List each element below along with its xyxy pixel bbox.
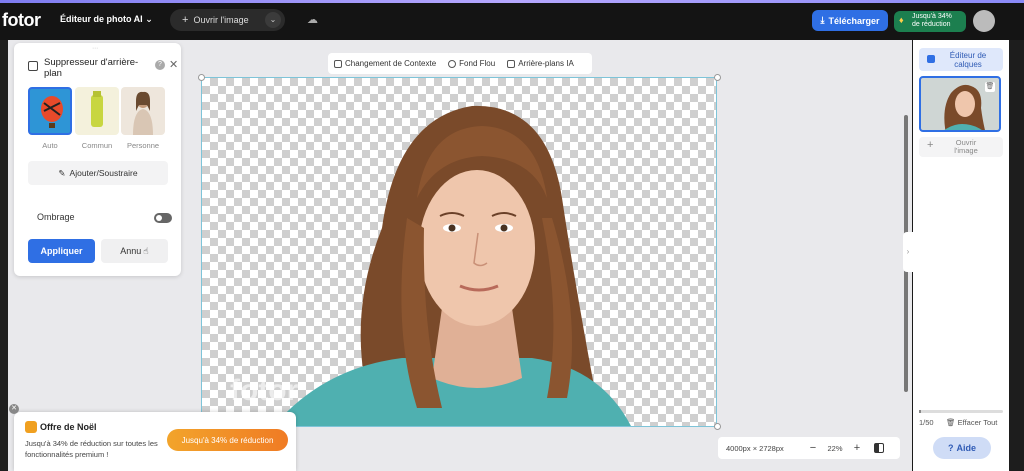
right-edge	[1009, 40, 1024, 471]
open-image-side-label: Ouvrir l'image	[954, 138, 978, 155]
drag-handle[interactable]: ⋯	[92, 45, 102, 52]
close-promo-icon[interactable]: ✕	[9, 404, 19, 414]
promo-title: Offre de Noël	[40, 422, 97, 432]
open-image-button[interactable]: + Ouvrir l'image ⌄	[170, 9, 285, 31]
editor-menu[interactable]: Éditeur de photo AI ⌄	[60, 14, 153, 25]
open-image-label: Ouvrir l'image	[193, 15, 249, 25]
gem-icon: ♦	[899, 15, 904, 25]
ai-background-icon	[507, 59, 516, 68]
zoom-in-button[interactable]: +	[850, 442, 864, 454]
layer-editor-button[interactable]: Éditeur de calques	[919, 48, 1003, 71]
close-icon[interactable]: ✕	[169, 58, 178, 71]
mode-auto-thumbnail[interactable]	[28, 87, 72, 135]
layer-editor-label: Éditeur de calques	[949, 51, 987, 69]
plus-icon: +	[927, 139, 934, 151]
cancel-button[interactable]: Annu ☝	[101, 239, 168, 263]
add-subtract-button[interactable]: ✎ Ajouter/Soustraire	[28, 161, 168, 185]
mode-commun-label: Commun	[81, 141, 113, 150]
mode-personne-label: Personne	[126, 141, 160, 150]
compare-icon[interactable]	[874, 443, 884, 453]
context-icon	[334, 59, 342, 68]
add-subtract-label: Ajouter/Soustraire	[69, 168, 138, 178]
promo-text: Jusqu'à 34% de réduction sur toutes les …	[25, 439, 158, 459]
discount-line-2: de réduction	[912, 21, 951, 28]
zoom-value[interactable]: 22%	[820, 444, 850, 453]
resize-handle-top-right[interactable]	[714, 74, 721, 81]
resize-handle-bottom-right[interactable]	[714, 423, 721, 430]
blur-background-button[interactable]: Fond Flou	[448, 59, 495, 68]
open-image-side-button[interactable]: + Ouvrir l'image	[919, 137, 1003, 157]
image-canvas[interactable]: fotor	[201, 77, 717, 427]
cloud-icon[interactable]: ☁	[307, 13, 321, 27]
user-avatar[interactable]	[973, 10, 995, 32]
discount-badge[interactable]: ♦ Jusqu'à 34% de réduction	[894, 11, 966, 32]
balloon-icon	[41, 96, 63, 128]
context-change-label: Changement de Contexte	[345, 59, 437, 68]
blur-icon	[448, 59, 457, 68]
shadow-label: Ombrage	[37, 212, 75, 222]
layers-icon	[927, 55, 935, 63]
mode-auto-label: Auto	[42, 141, 58, 150]
shadow-toggle[interactable]	[154, 213, 172, 223]
mode-commun-thumbnail[interactable]	[75, 87, 119, 135]
plus-icon: +	[182, 14, 189, 26]
promo-cta-button[interactable]: Jusqu'à 34% de réduction	[167, 429, 288, 451]
download-label: Télécharger	[828, 15, 880, 26]
watermark: fotor	[230, 374, 299, 407]
top-bar: fotor Éditeur de photo AI ⌄ + Ouvrir l'i…	[0, 0, 1024, 40]
gift-icon	[25, 421, 37, 433]
page-slider[interactable]	[919, 410, 1003, 413]
clear-all-label: Effacer Tout	[957, 418, 998, 427]
open-image-dropdown-icon[interactable]: ⌄	[265, 12, 281, 28]
zoom-bar: 4000px × 2728px − 22% +	[718, 437, 900, 459]
left-strip	[0, 40, 8, 471]
layer-thumbnail[interactable]: 🗑	[919, 76, 1001, 132]
trash-icon: 🗑	[946, 418, 956, 427]
help-icon[interactable]: ?	[155, 60, 165, 70]
background-remover-panel: ⋯ Suppresseur d'arrière-plan ? ✕ Auto Co…	[14, 43, 181, 276]
help-button[interactable]: ? Aide	[933, 437, 991, 459]
product-bottle-icon	[91, 91, 103, 127]
christmas-promo: Offre de Noël Jusqu'à 34% de réduction s…	[14, 412, 296, 471]
page-count: 1/50	[919, 418, 934, 427]
clear-all-button[interactable]: 🗑 Effacer Tout	[946, 418, 997, 427]
pointer-cursor-icon: ☝	[143, 245, 149, 256]
panel-title: Suppresseur d'arrière-plan	[44, 57, 139, 79]
page-slider-fill	[919, 410, 921, 413]
apply-button[interactable]: Appliquer	[28, 239, 95, 263]
resize-handle-top-left[interactable]	[198, 74, 205, 81]
help-label: Aide	[956, 443, 976, 453]
ai-backgrounds-button[interactable]: Arrière-plans IA	[507, 59, 574, 68]
image-dimensions: 4000px × 2728px	[726, 443, 784, 453]
fotor-logo[interactable]: fotor	[2, 10, 41, 31]
mode-personne-thumbnail[interactable]	[121, 87, 165, 135]
download-icon: ⤓	[820, 15, 825, 25]
brush-icon: ✎	[58, 167, 66, 178]
person-icon	[133, 91, 153, 135]
collapse-panel-tab[interactable]: ›	[903, 232, 913, 272]
chevron-down-icon: ⌄	[145, 14, 153, 24]
context-change-button[interactable]: Changement de Contexte	[334, 59, 436, 68]
download-button[interactable]: ⤓ Télécharger	[812, 10, 888, 31]
help-icon: ?	[947, 443, 954, 453]
zoom-out-button[interactable]: −	[806, 442, 820, 454]
ai-backgrounds-label: Arrière-plans IA	[518, 59, 574, 68]
panel-icon	[28, 61, 38, 71]
canvas-toolbar: Changement de Contexte Fond Flou Arrière…	[328, 53, 592, 74]
trash-icon[interactable]: 🗑	[985, 82, 995, 92]
top-highlight	[0, 0, 1024, 3]
discount-line-1: Jusqu'à 34%	[912, 13, 952, 20]
blur-background-label: Fond Flou	[459, 59, 496, 68]
editor-menu-label: Éditeur de photo AI	[60, 14, 143, 24]
cancel-label: Annu	[120, 246, 142, 256]
